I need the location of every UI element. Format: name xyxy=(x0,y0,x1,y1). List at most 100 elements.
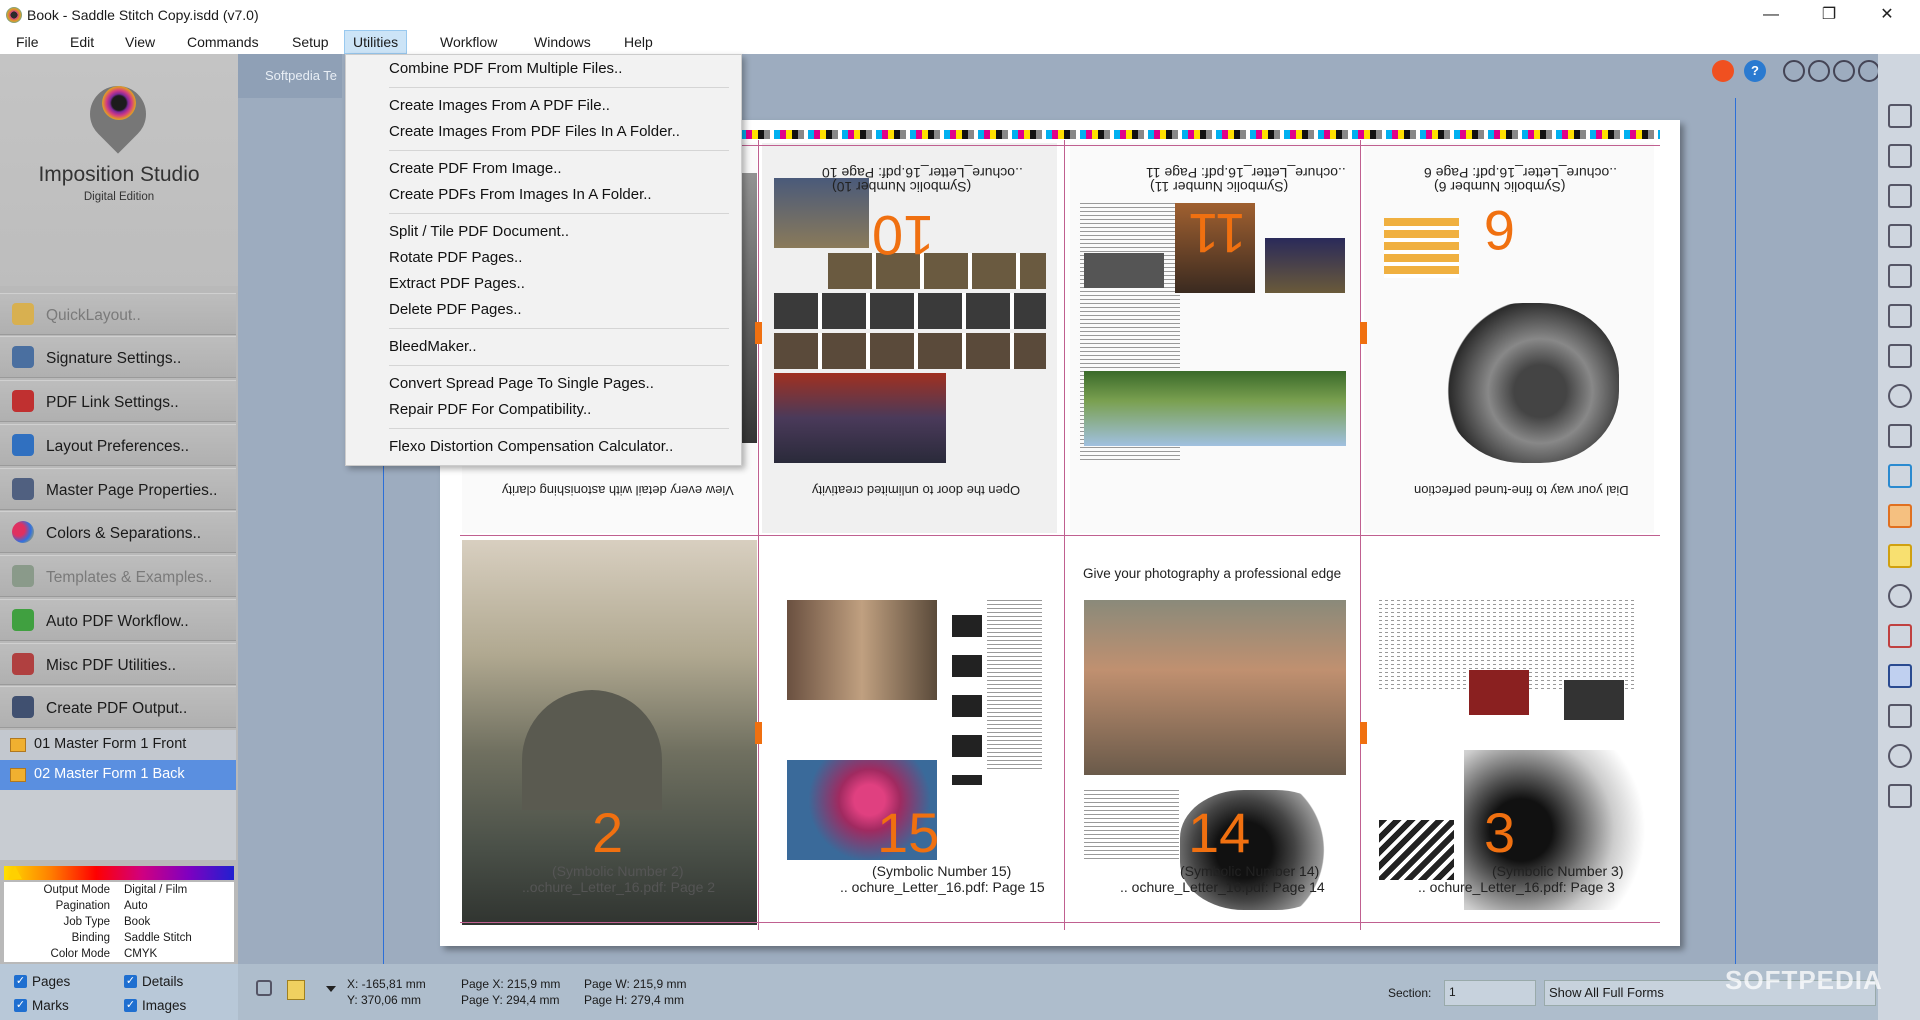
menu-rotate-pages[interactable]: Rotate PDF Pages.. xyxy=(389,249,522,266)
play-icon[interactable] xyxy=(1888,784,1912,808)
help-icon[interactable]: ? xyxy=(1744,60,1766,82)
form-row-back[interactable]: 02 Master Form 1 Back xyxy=(0,760,236,790)
menu-convert-spread[interactable]: Convert Spread Page To Single Pages.. xyxy=(389,375,654,392)
page-icon[interactable] xyxy=(1888,184,1912,208)
colors-icon xyxy=(12,521,34,543)
page-14[interactable]: Give your photography a professional edg… xyxy=(1070,540,1360,925)
signature-settings-button[interactable]: Signature Settings.. xyxy=(0,336,236,378)
gauge-icon[interactable] xyxy=(1888,584,1912,608)
page-2[interactable]: 2 (Symbolic Number 2) ..ochure_Letter_16… xyxy=(462,540,757,925)
page-x: Page X: 215,9 mm xyxy=(461,977,561,991)
page-number: 6 xyxy=(1484,199,1516,262)
spine-marker xyxy=(755,322,762,344)
menu-help[interactable]: Help xyxy=(616,30,661,54)
trim-line xyxy=(460,922,1660,923)
close-button[interactable]: ✕ xyxy=(1864,0,1910,30)
zoom-out-icon[interactable] xyxy=(1808,60,1830,82)
pages-checkbox[interactable]: ✓ xyxy=(14,975,27,988)
fold-icon[interactable] xyxy=(1888,504,1912,528)
menu-bleedmaker[interactable]: BleedMaker.. xyxy=(389,338,477,355)
export-icon[interactable] xyxy=(1888,144,1912,168)
page-15[interactable]: 15 (Symbolic Number 15) .. ochure_Letter… xyxy=(762,540,1057,925)
menu-split-tile[interactable]: Split / Tile PDF Document.. xyxy=(389,223,569,240)
zoom-in-icon[interactable] xyxy=(1783,60,1805,82)
colors-separations-button[interactable]: Colors & Separations.. xyxy=(0,511,236,553)
notes-icon[interactable] xyxy=(287,980,305,1000)
page-10[interactable]: 10 (Symbolic Number 10) ..ochure_Letter_… xyxy=(762,143,1057,533)
menu-separator xyxy=(389,365,729,366)
page-6[interactable]: 6 (Symbolic Number 6) ..ochure_Letter_16… xyxy=(1364,143,1654,533)
menu-extract-pages[interactable]: Extract PDF Pages.. xyxy=(389,275,525,292)
warning-shield-icon[interactable] xyxy=(1888,544,1912,568)
spine-marker xyxy=(1360,722,1367,744)
menu-images-from-pdf[interactable]: Create Images From A PDF File.. xyxy=(389,97,610,114)
page-3[interactable]: 3 (Symbolic Number 3) .. ochure_Letter_1… xyxy=(1364,540,1654,925)
master-page-properties-button[interactable]: Master Page Properties.. xyxy=(0,468,236,510)
pdf-link-settings-button[interactable]: PDF Link Settings.. xyxy=(0,380,236,422)
app-name: Imposition Studio xyxy=(38,163,200,186)
cursor-y: Y: 370,06 mm xyxy=(347,993,422,1007)
page-headline: Give your photography a professional edg… xyxy=(1083,566,1342,581)
layout-preferences-button[interactable]: Layout Preferences.. xyxy=(0,424,236,466)
images-checkbox[interactable]: ✓ xyxy=(124,999,137,1012)
menu-pdf-from-image[interactable]: Create PDF From Image.. xyxy=(389,160,562,177)
grid-icon[interactable] xyxy=(1888,464,1912,488)
menu-windows[interactable]: Windows xyxy=(526,30,599,54)
quicklayout-button[interactable]: QuickLayout.. xyxy=(0,293,236,335)
menu-view[interactable]: View xyxy=(117,30,163,54)
menu-repair-pdf[interactable]: Repair PDF For Compatibility.. xyxy=(389,401,591,418)
layers-icon[interactable] xyxy=(1888,224,1912,248)
fold-line xyxy=(1360,140,1361,930)
master-page-icon xyxy=(12,478,34,500)
menu-flexo-calculator[interactable]: Flexo Distortion Compensation Calculator… xyxy=(389,438,673,455)
spine-marker xyxy=(1360,322,1367,344)
barcode-icon[interactable] xyxy=(1888,344,1912,368)
details-checkbox[interactable]: ✓ xyxy=(124,975,137,988)
menu-edit[interactable]: Edit xyxy=(62,30,102,54)
monitor-icon[interactable] xyxy=(1888,664,1912,688)
restore-button[interactable]: ❐ xyxy=(1806,0,1852,30)
menu-combine-pdf[interactable]: Combine PDF From Multiple Files.. xyxy=(389,60,622,77)
sliders-icon[interactable] xyxy=(1888,264,1912,288)
auto-pdf-workflow-button[interactable]: Auto PDF Workflow.. xyxy=(0,599,236,641)
crop-marks-icon[interactable] xyxy=(1888,304,1912,328)
dropdown-arrow-icon[interactable] xyxy=(326,986,336,992)
section-select[interactable]: 1 xyxy=(1444,980,1536,1006)
menu-utilities[interactable]: Utilities xyxy=(344,30,408,54)
pointer-tool-icon[interactable] xyxy=(1888,104,1912,128)
chart-icon[interactable] xyxy=(1888,624,1912,648)
create-pdf-output-button[interactable]: Create PDF Output.. xyxy=(0,686,236,728)
registration-icon[interactable] xyxy=(1888,384,1912,408)
warning-icon xyxy=(8,866,22,879)
record-icon[interactable] xyxy=(1712,60,1734,82)
color-bar xyxy=(4,866,234,880)
misc-pdf-utilities-button[interactable]: Misc PDF Utilities.. xyxy=(0,643,236,685)
menu-commands[interactable]: Commands xyxy=(179,30,267,54)
templates-examples-button[interactable]: Templates & Examples.. xyxy=(0,555,236,597)
menu-workflow[interactable]: Workflow xyxy=(432,30,505,54)
zoom-fit-icon[interactable] xyxy=(1833,60,1855,82)
menu-pdfs-from-folder[interactable]: Create PDFs From Images In A Folder.. xyxy=(389,186,652,203)
minimize-button[interactable]: — xyxy=(1748,0,1794,30)
form-row-front[interactable]: 01 Master Form 1 Front xyxy=(0,730,236,760)
page-caption: (Symbolic Number 10) xyxy=(832,179,972,195)
menu-delete-pages[interactable]: Delete PDF Pages.. xyxy=(389,301,522,318)
info-row: Job Type Book xyxy=(63,916,151,928)
menu-setup[interactable]: Setup xyxy=(284,30,337,54)
menu-file[interactable]: File xyxy=(8,30,47,54)
page-file: .. ochure_Letter_16.pdf: Page 14 xyxy=(1120,879,1325,895)
document-icon[interactable] xyxy=(1888,704,1912,728)
marks-checkbox[interactable]: ✓ xyxy=(14,999,27,1012)
fold-line xyxy=(1064,140,1065,930)
menu-images-from-folder[interactable]: Create Images From PDF Files In A Folder… xyxy=(389,123,680,140)
menu-separator xyxy=(389,150,729,151)
lock-icon[interactable] xyxy=(256,980,272,996)
page-number: 11 xyxy=(1188,202,1247,265)
page-11[interactable]: 11 (Symbolic Number 11) ..ochure_Letter_… xyxy=(1070,143,1360,533)
page-caption: (Symbolic Number 14) xyxy=(1180,863,1320,879)
page-number: 14 xyxy=(1188,801,1251,864)
columns-icon[interactable] xyxy=(1888,424,1912,448)
eye-icon[interactable] xyxy=(1888,744,1912,768)
page-file: ..ochure_Letter_16.pdf: Page 2 xyxy=(522,879,716,895)
zoom-actual-icon[interactable] xyxy=(1858,60,1880,82)
